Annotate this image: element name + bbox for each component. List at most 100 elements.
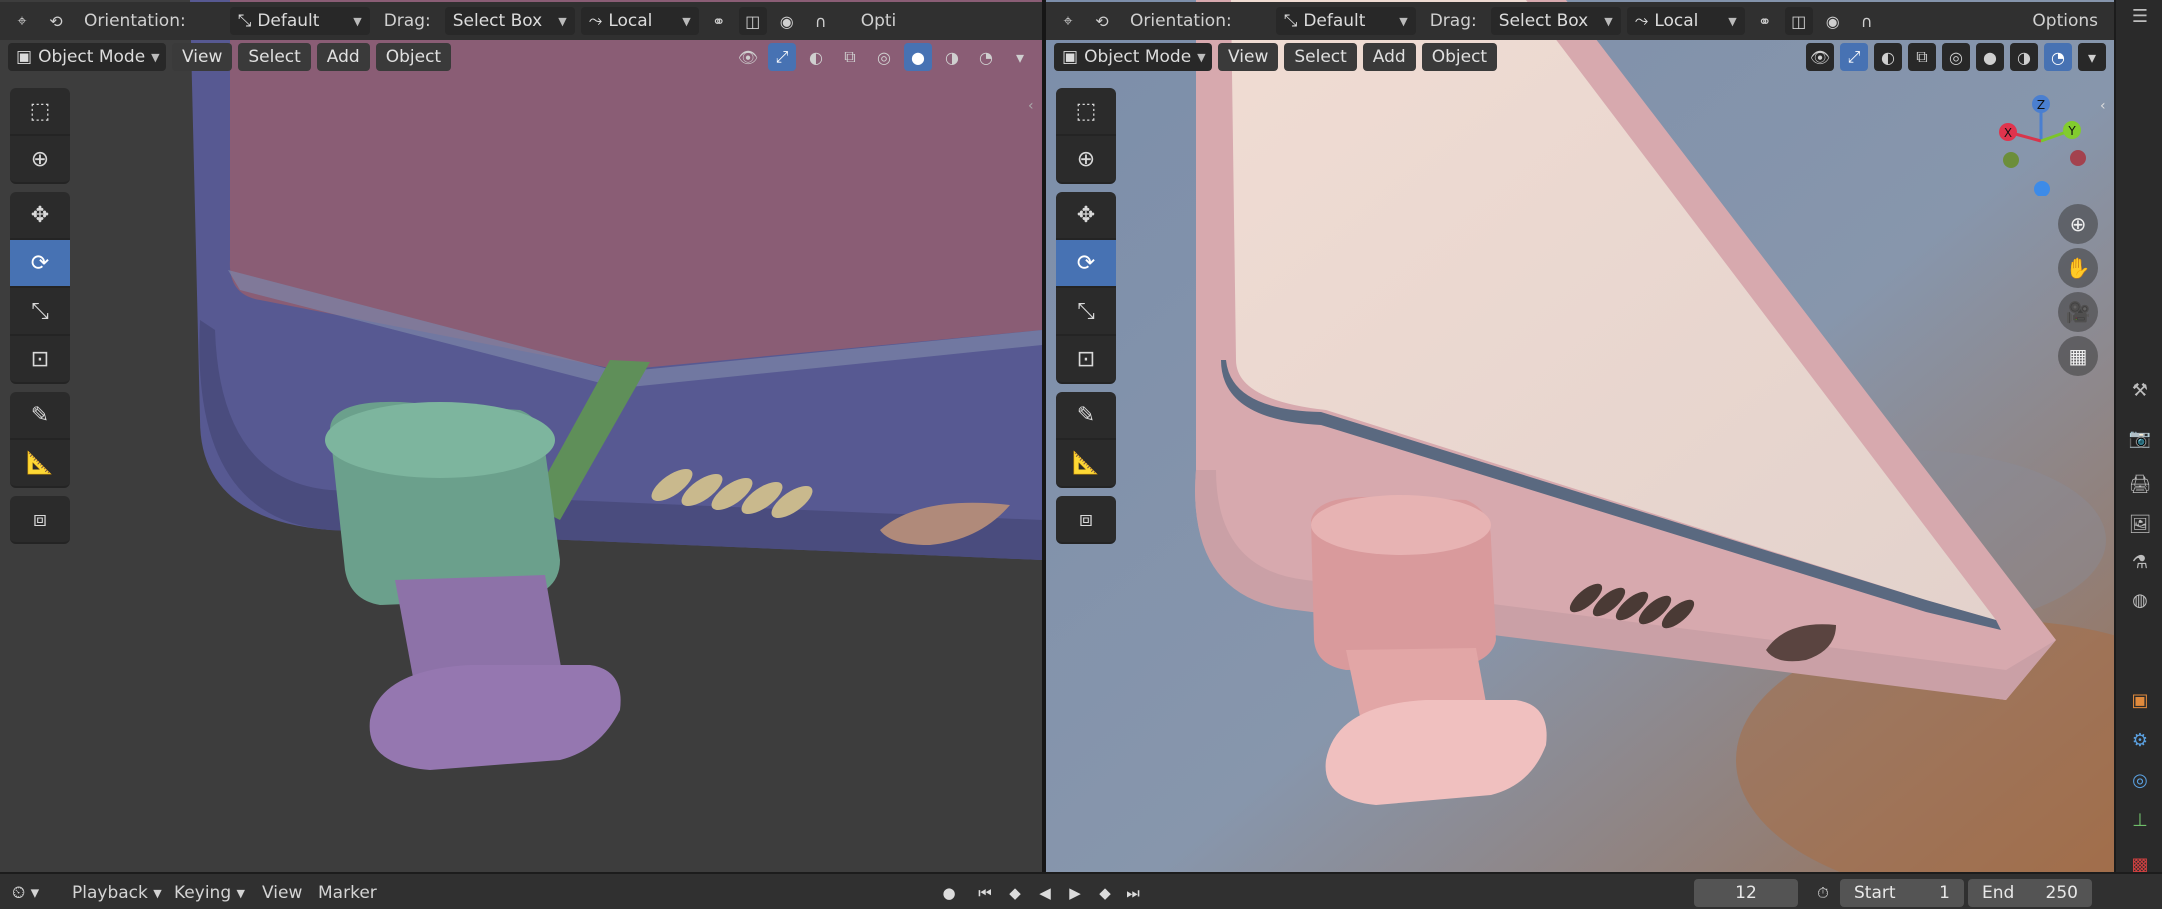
- mode-dropdown[interactable]: ▣ Object Mode ▼: [8, 43, 166, 71]
- viewport-right[interactable]: ⌖ ⟲ Orientation: ⤡ Default ▼ Drag: Selec…: [1046, 0, 2114, 872]
- gizmo-toggle-icon[interactable]: ⤢: [768, 43, 796, 71]
- constraint-properties-icon[interactable]: ⊥: [2126, 806, 2154, 834]
- mode-dropdown[interactable]: ▣ Object Mode ▼: [1054, 43, 1212, 71]
- annotate-tool-icon[interactable]: ✎: [1056, 392, 1116, 440]
- overlay-icon[interactable]: ◐: [802, 43, 830, 71]
- annotate-tool-icon[interactable]: ✎: [10, 392, 70, 440]
- overlay-icon[interactable]: ◐: [1874, 43, 1902, 71]
- menu-view[interactable]: View: [172, 43, 233, 71]
- end-frame-field[interactable]: End 250: [1968, 879, 2092, 907]
- move-tool-icon[interactable]: ✥: [10, 192, 70, 240]
- orientation-dropdown[interactable]: ⤡ Default ▼: [229, 7, 370, 35]
- shading-options-icon[interactable]: ▾: [1006, 43, 1034, 71]
- cursor-tool-icon[interactable]: ⊕: [10, 136, 70, 184]
- cursor-tool-icon[interactable]: ⊕: [1056, 136, 1116, 184]
- drag-dropdown[interactable]: Select Box ▼: [1490, 7, 1621, 35]
- add-cube-tool-icon[interactable]: ⧈: [10, 496, 70, 544]
- outliner-top-icon[interactable]: ☰: [2126, 2, 2154, 30]
- editor-type-clock-icon[interactable]: ⏲ ▾: [12, 880, 39, 906]
- scale-tool-icon[interactable]: ⤡: [10, 288, 70, 336]
- snap-icon[interactable]: ◫: [738, 7, 767, 35]
- rotate-tool-icon[interactable]: ⟳: [10, 240, 70, 288]
- rotate-tool-icon[interactable]: ⟳: [1056, 240, 1116, 288]
- shading-material-icon[interactable]: ◑: [2010, 43, 2038, 71]
- rendered-scene[interactable]: [1046, 0, 2114, 872]
- snap-rotate-icon[interactable]: ⟲: [42, 7, 70, 35]
- physics-properties-icon[interactable]: ◎: [2126, 766, 2154, 794]
- pan-hand-icon[interactable]: ✋: [2058, 248, 2098, 288]
- timeline-view-menu[interactable]: View: [262, 880, 302, 906]
- start-frame-field[interactable]: Start 1: [1840, 879, 1964, 907]
- current-frame-field[interactable]: 12: [1694, 879, 1798, 907]
- link-icon[interactable]: ⚭: [705, 7, 733, 35]
- record-icon[interactable]: ●: [936, 880, 962, 906]
- falloff-icon[interactable]: ∩: [1853, 7, 1881, 35]
- proportional-edit-icon[interactable]: ◉: [1819, 7, 1847, 35]
- transform-tool-icon[interactable]: ⊡: [1056, 336, 1116, 384]
- measure-tool-icon[interactable]: 📐: [1056, 440, 1116, 488]
- drag-dropdown[interactable]: Select Box ▼: [444, 7, 575, 35]
- shading-wireframe-icon[interactable]: ◎: [1942, 43, 1970, 71]
- collapse-sidebar-icon[interactable]: ‹: [2100, 98, 2106, 114]
- prev-keyframe-icon[interactable]: ◆: [1002, 880, 1028, 906]
- snap-icon[interactable]: ◫: [1784, 7, 1813, 35]
- scale-tool-icon[interactable]: ⤡: [1056, 288, 1116, 336]
- menu-object[interactable]: Object: [375, 43, 452, 71]
- move-tool-icon[interactable]: ✥: [1056, 192, 1116, 240]
- pivot-dropdown[interactable]: ⤳ Local ▼: [1626, 7, 1745, 35]
- select-box-tool-icon[interactable]: ⬚: [10, 88, 70, 136]
- collapse-sidebar-icon[interactable]: ‹: [1028, 98, 1034, 114]
- playback-menu[interactable]: Playback ▼: [72, 880, 162, 906]
- shading-solid-icon[interactable]: ●: [904, 43, 932, 71]
- navigation-gizmo[interactable]: Z X Y: [1986, 86, 2096, 196]
- zoom-icon[interactable]: ⊕: [2058, 204, 2098, 244]
- menu-view[interactable]: View: [1218, 43, 1279, 71]
- gizmo-neg-x-axis[interactable]: [2070, 150, 2086, 166]
- tool-properties-icon[interactable]: ⚒: [2126, 376, 2154, 404]
- shading-rendered-icon[interactable]: ◔: [972, 43, 1000, 71]
- solid-scene[interactable]: [0, 0, 1042, 872]
- output-properties-icon[interactable]: 🖨: [2126, 470, 2154, 498]
- marker-menu[interactable]: Marker: [318, 880, 377, 906]
- transform-pivot-icon[interactable]: ⌖: [8, 7, 36, 35]
- menu-select[interactable]: Select: [238, 43, 311, 71]
- xray-icon[interactable]: ⧉: [1908, 43, 1936, 71]
- visibility-icon[interactable]: 👁: [1806, 43, 1834, 71]
- measure-tool-icon[interactable]: 📐: [10, 440, 70, 488]
- transform-tool-icon[interactable]: ⊡: [10, 336, 70, 384]
- proportional-edit-icon[interactable]: ◉: [773, 7, 801, 35]
- menu-object[interactable]: Object: [1421, 43, 1498, 71]
- gizmo-toggle-icon[interactable]: ⤢: [1840, 43, 1868, 71]
- jump-end-icon[interactable]: ⏭: [1120, 880, 1146, 906]
- snap-rotate-icon[interactable]: ⟲: [1088, 7, 1116, 35]
- add-cube-tool-icon[interactable]: ⧈: [1056, 496, 1116, 544]
- select-box-tool-icon[interactable]: ⬚: [1056, 88, 1116, 136]
- orientation-dropdown[interactable]: ⤡ Default ▼: [1275, 7, 1416, 35]
- visibility-icon[interactable]: 👁: [734, 43, 762, 71]
- viewport-left[interactable]: ⌖ ⟲ Orientation: ⤡ Default ▼ Drag: Selec…: [0, 0, 1042, 872]
- play-reverse-icon[interactable]: ◀: [1032, 880, 1058, 906]
- gizmo-neg-y-axis[interactable]: [2003, 152, 2019, 168]
- transform-pivot-icon[interactable]: ⌖: [1054, 7, 1082, 35]
- render-properties-icon[interactable]: 📷: [2126, 424, 2154, 452]
- shading-options-icon[interactable]: ▾: [2078, 43, 2106, 71]
- falloff-icon[interactable]: ∩: [807, 7, 835, 35]
- camera-view-icon[interactable]: 🎥: [2058, 292, 2098, 332]
- shading-rendered-icon[interactable]: ◔: [2044, 43, 2072, 71]
- options-label[interactable]: Options: [2024, 11, 2106, 31]
- link-icon[interactable]: ⚭: [1751, 7, 1779, 35]
- keying-menu[interactable]: Keying ▼: [174, 880, 245, 906]
- xray-icon[interactable]: ⧉: [836, 43, 864, 71]
- play-icon[interactable]: ▶: [1062, 880, 1088, 906]
- shading-solid-icon[interactable]: ●: [1976, 43, 2004, 71]
- jump-start-icon[interactable]: ⏮: [972, 880, 998, 906]
- view-layer-icon[interactable]: 🖼: [2126, 510, 2154, 538]
- perspective-grid-icon[interactable]: ▦: [2058, 336, 2098, 376]
- pivot-dropdown[interactable]: ⤳ Local ▼: [580, 7, 699, 35]
- options-label[interactable]: Opti: [841, 11, 905, 31]
- shading-material-icon[interactable]: ◑: [938, 43, 966, 71]
- object-properties-icon[interactable]: ▣: [2126, 686, 2154, 714]
- gizmo-neg-z-axis[interactable]: [2034, 181, 2050, 196]
- stopwatch-icon[interactable]: ⏱: [1810, 880, 1836, 906]
- next-keyframe-icon[interactable]: ◆: [1092, 880, 1118, 906]
